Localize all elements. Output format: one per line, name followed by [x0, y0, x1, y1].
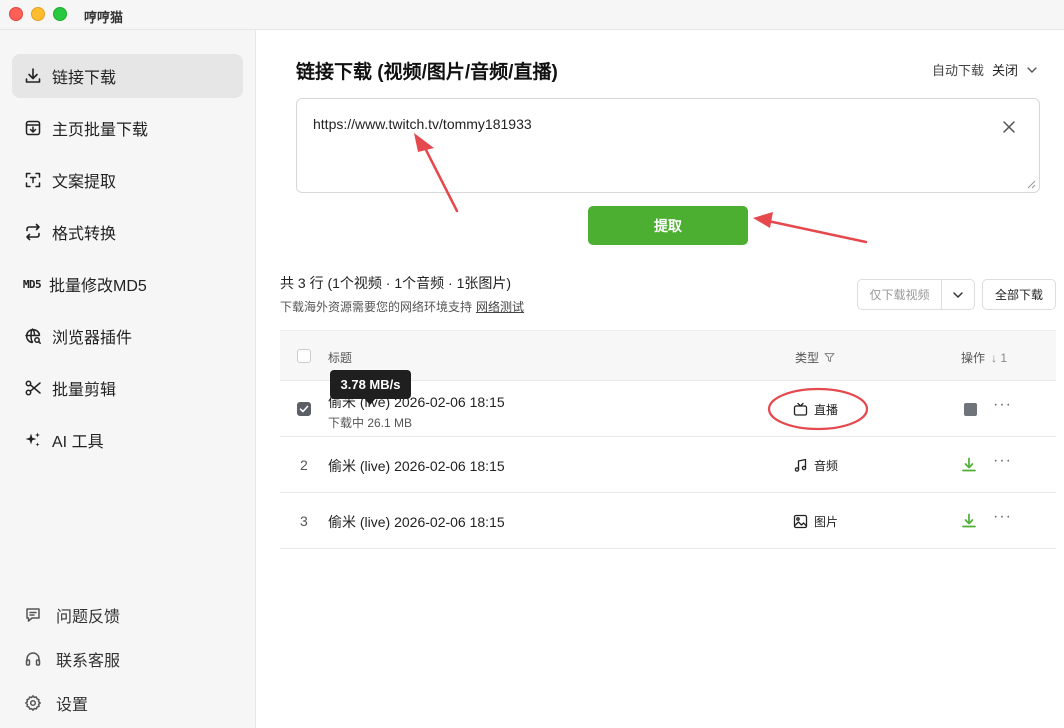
row-checkbox[interactable] — [297, 402, 311, 416]
network-hint: 下载海外资源需要您的网络环境支持 网络测试 — [280, 298, 524, 315]
text-scan-icon — [24, 171, 42, 189]
extract-button[interactable]: 提取 — [588, 206, 748, 245]
sidebar-item-label: 文案提取 — [52, 174, 117, 191]
row-title: 偷米 (live) 2026-02-06 18:15 — [328, 458, 505, 474]
sidebar-item-homepage-batch[interactable]: 主页批量下载 — [12, 106, 243, 150]
title-bar: 哼哼猫 — [0, 0, 1064, 30]
result-summary: 共 3 行 (1个视频 · 1个音频 · 1张图片) — [280, 275, 512, 291]
more-options-button[interactable]: ··· — [993, 452, 1012, 470]
headset-icon — [24, 650, 42, 668]
more-options-button[interactable]: ··· — [993, 396, 1012, 414]
row-type: 音频 — [793, 457, 838, 474]
app-title: 哼哼猫 — [84, 10, 124, 25]
speed-tooltip: 3.78 MB/s — [330, 370, 411, 399]
music-icon — [794, 458, 807, 472]
url-input[interactable]: https://www.twitch.tv/tommy181933 — [296, 98, 1040, 193]
download-all-button[interactable]: 全部下载 — [982, 279, 1056, 310]
sidebar-item-label: AI 工具 — [52, 434, 104, 451]
resize-handle-icon[interactable] — [1026, 179, 1036, 189]
convert-arrows-icon — [24, 223, 42, 241]
column-op-header[interactable]: 操作 ↓ 1 — [961, 349, 1007, 366]
stop-button[interactable] — [964, 403, 977, 416]
row-type-label: 图片 — [814, 515, 839, 529]
inbox-download-icon — [24, 119, 42, 137]
tv-icon — [793, 402, 808, 416]
chevron-down-icon — [953, 291, 963, 298]
row-type-label: 直播 — [814, 403, 839, 417]
column-op-label: 操作 — [961, 351, 986, 365]
window-maximize-button[interactable] — [53, 7, 67, 21]
sidebar-item-feedback[interactable]: 问题反馈 — [24, 603, 120, 627]
more-options-button[interactable]: ··· — [993, 508, 1012, 526]
sidebar-item-support[interactable]: 联系客服 — [24, 647, 120, 671]
filter-icon[interactable] — [824, 352, 835, 363]
sidebar-item-label: 问题反馈 — [56, 609, 121, 626]
results-table: 标题 类型 操作 ↓ 1 偷米 (live) 2026-02-06 18:15 … — [280, 330, 1056, 549]
sidebar-item-format-convert[interactable]: 格式转换 — [12, 210, 243, 254]
table-row[interactable]: 2 偷米 (live) 2026-02-06 18:15 音频 ··· — [280, 437, 1056, 493]
download-icon[interactable] — [960, 512, 978, 530]
row-status: 下载中 26.1 MB — [328, 416, 413, 430]
sidebar-item-label: 设置 — [56, 697, 89, 714]
sidebar-item-label: 主页批量下载 — [52, 122, 149, 139]
sidebar-item-label: 批量修改MD5 — [49, 278, 147, 295]
download-icon — [24, 67, 42, 85]
close-icon[interactable] — [1001, 119, 1017, 135]
sidebar-item-settings[interactable]: 设置 — [24, 691, 88, 715]
sidebar-item-batch-edit[interactable]: 批量剪辑 — [12, 366, 243, 410]
page-title: 链接下载 (视频/图片/音频/直播) — [296, 62, 558, 83]
auto-download-value: 关闭 — [991, 63, 1018, 78]
select-all-checkbox[interactable] — [297, 349, 311, 363]
md5-icon: MD5 — [22, 277, 42, 291]
row-title: 偷米 (live) 2026-02-06 18:15 — [328, 514, 505, 530]
column-title-header: 标题 — [328, 351, 353, 365]
network-test-link[interactable]: 网络测试 — [476, 300, 524, 314]
sidebar: 链接下载 主页批量下载 文案提取 格式转换 MD5 批量修改MD5 浏览器插件 … — [0, 30, 256, 728]
feedback-icon — [24, 606, 42, 624]
row-type: 图片 — [793, 513, 838, 530]
gear-icon — [24, 694, 42, 712]
sidebar-item-label: 联系客服 — [56, 653, 121, 670]
sidebar-item-label: 批量剪辑 — [52, 382, 117, 399]
column-type-header[interactable]: 类型 — [795, 349, 835, 366]
row-number: 3 — [300, 513, 308, 529]
sidebar-item-label: 链接下载 — [52, 70, 117, 87]
url-input-value: https://www.twitch.tv/tommy181933 — [313, 116, 532, 132]
window-minimize-button[interactable] — [31, 7, 45, 21]
auto-download-select[interactable]: 自动下载 关闭 — [932, 60, 1038, 79]
column-type-label: 类型 — [795, 351, 820, 365]
sidebar-item-link-download[interactable]: 链接下载 — [12, 54, 243, 98]
globe-search-icon — [24, 327, 42, 345]
chevron-down-icon — [1027, 66, 1037, 73]
auto-download-label: 自动下载 — [931, 63, 984, 78]
sort-indicator[interactable]: ↓ 1 — [991, 351, 1007, 365]
check-icon — [299, 405, 309, 413]
table-row[interactable]: 3 偷米 (live) 2026-02-06 18:15 图片 ··· — [280, 493, 1056, 549]
network-hint-text: 下载海外资源需要您的网络环境支持 — [280, 300, 473, 314]
row-type: 直播 — [793, 401, 838, 418]
row-number: 2 — [300, 457, 308, 473]
window-close-button[interactable] — [9, 7, 23, 21]
filter-dropdown-toggle[interactable] — [942, 280, 974, 309]
sidebar-item-text-extract[interactable]: 文案提取 — [12, 158, 243, 202]
sidebar-item-batch-md5[interactable]: MD5 批量修改MD5 — [12, 262, 243, 306]
download-icon[interactable] — [960, 456, 978, 474]
speed-tooltip-tail — [364, 398, 376, 405]
scissors-icon — [24, 379, 42, 397]
sparkle-icon — [24, 431, 42, 449]
image-icon — [793, 514, 808, 529]
row-type-label: 音频 — [814, 459, 839, 473]
filter-video-only[interactable]: 仅下载视频 — [858, 280, 942, 309]
sidebar-item-browser-plugin[interactable]: 浏览器插件 — [12, 314, 243, 358]
sidebar-item-label: 浏览器插件 — [52, 330, 133, 347]
sidebar-item-ai-tools[interactable]: AI 工具 — [12, 418, 243, 462]
download-filter-select[interactable]: 仅下载视频 — [857, 279, 975, 310]
sidebar-item-label: 格式转换 — [52, 226, 117, 243]
